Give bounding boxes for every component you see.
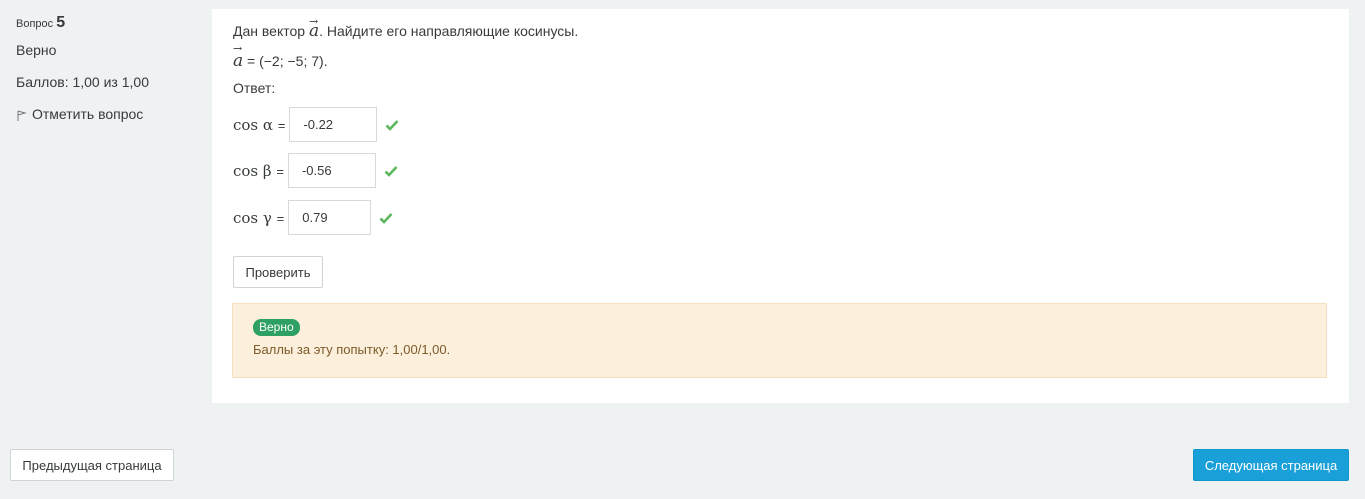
cos-alpha-label: cos α = <box>233 115 286 134</box>
feedback-box: Верно Баллы за эту попытку: 1,00/1,00. <box>232 303 1327 378</box>
vector-a-symbol: → a <box>308 15 320 41</box>
cos-alpha-input[interactable] <box>289 107 378 142</box>
previous-page-button[interactable]: Предыдущая страница <box>10 449 174 481</box>
attempt-score: Баллы за эту попытку: 1,00/1,00. <box>253 342 451 357</box>
cos-beta-input[interactable] <box>287 153 376 188</box>
question-info: Вопрос 5 Верно Баллов: 1,00 из 1,00 Отме… <box>16 14 196 122</box>
vector-definition: → a = (−2; −5; 7). <box>233 42 328 71</box>
question-content: Дан вектор → a. Найдите его направляющие … <box>212 9 1349 403</box>
next-page-button[interactable]: Следующая страница <box>1193 449 1349 481</box>
check-icon <box>384 164 398 178</box>
answer-row-gamma: cos γ = <box>233 200 393 235</box>
check-icon <box>379 211 393 225</box>
check-button[interactable]: Проверить <box>233 256 323 288</box>
status-badge: Верно <box>253 319 300 336</box>
flag-question-link[interactable]: Отметить вопрос <box>16 106 196 122</box>
flag-icon <box>16 108 28 121</box>
question-number: Вопрос 5 <box>16 14 66 31</box>
cos-gamma-label: cos γ = <box>233 208 285 227</box>
vector-a-symbol: → a <box>233 42 244 71</box>
answer-label: Ответ: <box>233 80 276 96</box>
check-icon <box>385 118 399 132</box>
cos-beta-label: cos β = <box>233 161 284 180</box>
answer-row-beta: cos β = <box>233 153 398 188</box>
cos-gamma-input[interactable] <box>288 200 372 235</box>
question-state: Верно <box>16 42 57 58</box>
question-grade: Баллов: 1,00 из 1,00 <box>16 74 149 90</box>
answer-row-alpha: cos α = <box>233 107 399 142</box>
flag-question-label: Отметить вопрос <box>32 106 144 122</box>
question-text: Дан вектор → a. Найдите его направляющие … <box>233 15 579 41</box>
